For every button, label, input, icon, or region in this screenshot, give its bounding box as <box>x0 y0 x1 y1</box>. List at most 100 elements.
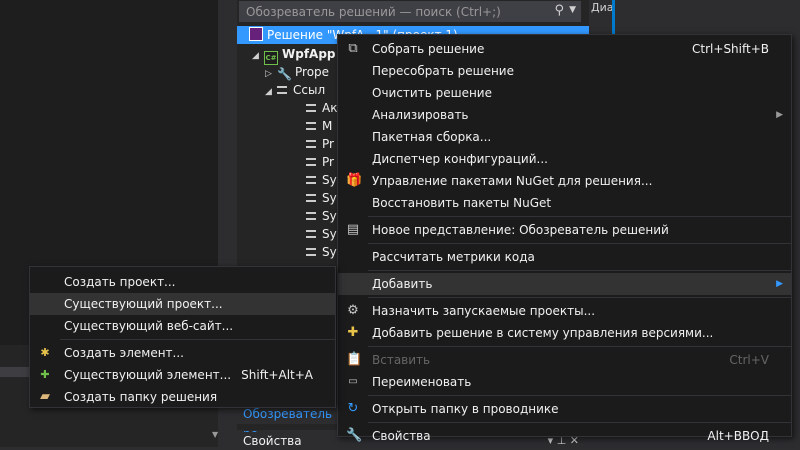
reference-icon <box>306 104 316 112</box>
menu-item-rename[interactable]: ▭ Переименовать <box>338 371 791 393</box>
menu-item-add-to-source-control[interactable]: ✚ Добавить решение в систему управления в… <box>338 322 791 344</box>
reference-icon <box>306 212 316 220</box>
menu-item-set-startup-projects[interactable]: ⚙ Назначить запускаемые проекты... <box>338 300 791 322</box>
menu-item-label: Добавить решение в систему управления ве… <box>372 326 714 340</box>
menu-item-batch-build[interactable]: Пакетная сборка... <box>338 126 791 148</box>
menu-item-analyze[interactable]: Анализировать ▶ <box>338 104 791 126</box>
menu-separator <box>368 395 791 396</box>
menu-item-label: Существующий проект... <box>64 297 223 311</box>
wrench-icon: 🔧 <box>346 428 363 443</box>
menu-item-label: Новое представление: Обозреватель решени… <box>372 223 669 237</box>
menu-separator <box>368 243 791 244</box>
menu-item-clean-solution[interactable]: Очистить решение <box>338 82 791 104</box>
solution-explorer-search[interactable]: ⚲ ▼ <box>239 1 581 22</box>
menu-item-existing-website[interactable]: Существующий веб-сайт... <box>30 315 335 337</box>
add-submenu: Создать проект... Существующий проект...… <box>29 266 336 408</box>
reference-icon <box>306 158 316 166</box>
menu-item-build-solution[interactable]: ⧉ Собрать решение Ctrl+Shift+B <box>338 38 791 60</box>
reference-icon <box>306 194 316 202</box>
wrench-icon: 🔧 <box>277 67 292 81</box>
reference-item[interactable]: Pr <box>306 153 334 171</box>
reference-item[interactable]: Ак <box>306 99 337 117</box>
tree-row-references[interactable]: ◢ Ссыл <box>265 81 325 99</box>
menu-item-label: Свойства <box>372 429 431 443</box>
search-icon[interactable]: ⚲ <box>554 3 564 18</box>
reference-item[interactable]: Sy <box>306 171 337 189</box>
reference-item[interactable]: Sy <box>306 225 337 243</box>
menu-item-configuration-manager[interactable]: Диспетчер конфигураций... <box>338 148 791 170</box>
nuget-icon: 🎁 <box>346 173 363 188</box>
menu-item-label: Переименовать <box>372 375 472 389</box>
expand-arrow-icon[interactable]: ◢ <box>252 47 264 65</box>
reference-item[interactable]: М <box>306 117 332 135</box>
menu-item-existing-item[interactable]: ✚ Существующий элемент... Shift+Alt+A <box>30 364 335 386</box>
menu-item-label: Создать элемент... <box>64 346 184 360</box>
folder-icon: ▰ <box>40 389 50 404</box>
menu-item-open-folder[interactable]: ↻ Открыть папку в проводнике <box>338 398 791 420</box>
menu-item-new-solution-folder[interactable]: ▰ Создать папку решения <box>30 386 335 408</box>
source-control-icon: ✚ <box>347 325 359 340</box>
tree-row-project[interactable]: ◢ C# WpfApp <box>252 45 336 65</box>
menu-item-rebuild-solution[interactable]: Пересобрать решение <box>338 60 791 82</box>
new-item-icon: ✱ <box>40 346 50 359</box>
menu-separator <box>368 216 791 217</box>
menu-item-shortcut: Ctrl+Shift+B <box>692 42 769 56</box>
reference-icon <box>306 230 316 238</box>
menu-item-shortcut: Alt+ВВОД <box>707 429 769 443</box>
menu-separator <box>368 297 791 298</box>
menu-item-properties[interactable]: 🔧 Свойства Alt+ВВОД <box>338 425 791 447</box>
reference-label: Sy <box>322 173 337 187</box>
reference-item[interactable]: Sy <box>306 243 337 261</box>
menu-separator <box>368 346 791 347</box>
reference-icon <box>306 176 316 184</box>
menu-item-label: Добавить <box>372 277 433 291</box>
menu-item-label: Диспетчер конфигураций... <box>372 152 548 166</box>
menu-item-existing-project[interactable]: Существующий проект... <box>30 293 335 315</box>
menu-item-label: Создать проект... <box>64 275 176 289</box>
reference-label: Sy <box>322 209 337 223</box>
reference-label: Sy <box>322 245 337 259</box>
properties-title: Свойства <box>243 434 302 448</box>
new-view-icon: ▤ <box>346 222 360 237</box>
scroll-down-icon[interactable]: ▼ <box>212 430 218 439</box>
tree-label: Ссыл <box>293 83 326 97</box>
search-input[interactable] <box>240 2 552 21</box>
menu-item-manage-nuget[interactable]: 🎁 Управление пакетами NuGet для решения..… <box>338 170 791 192</box>
reference-item[interactable]: Pr <box>306 135 334 153</box>
existing-item-icon: ✚ <box>40 368 50 381</box>
menu-item-label: Рассчитать метрики кода <box>372 250 535 264</box>
menu-item-label: Восстановить пакеты NuGet <box>372 196 552 210</box>
menu-separator <box>368 270 791 271</box>
menu-separator <box>60 339 335 340</box>
reference-icon <box>306 140 316 148</box>
menu-item-label: Вставить <box>372 353 431 367</box>
menu-item-add[interactable]: Добавить ▶ <box>338 273 791 295</box>
reference-label: Pr <box>322 137 334 151</box>
reference-label: Pr <box>322 155 334 169</box>
reference-item[interactable]: Sy <box>306 207 337 225</box>
menu-item-code-metrics[interactable]: Рассчитать метрики кода <box>338 246 791 268</box>
menu-item-label: Собрать решение <box>372 42 485 56</box>
solution-icon <box>249 27 263 41</box>
reference-label: Sy <box>322 191 337 205</box>
tree-row-properties[interactable]: ▷ 🔧 Prope <box>265 63 329 81</box>
menu-item-label: Существующий веб-сайт... <box>64 319 234 333</box>
build-icon: ⧉ <box>348 41 358 56</box>
menu-item-new-item[interactable]: ✱ Создать элемент... <box>30 342 335 364</box>
menu-item-label: Управление пакетами NuGet для решения... <box>372 174 653 188</box>
menu-item-label: Назначить запускаемые проекты... <box>372 304 596 318</box>
chevron-down-icon[interactable]: ▼ <box>569 5 576 15</box>
reference-item[interactable]: Sy <box>306 189 337 207</box>
menu-item-label: Открыть папку в проводнике <box>372 402 559 416</box>
reference-label: Sy <box>322 227 337 241</box>
menu-item-label: Анализировать <box>372 108 469 122</box>
menu-item-new-project[interactable]: Создать проект... <box>30 271 335 293</box>
paste-icon: 📋 <box>346 352 363 367</box>
menu-item-restore-nuget[interactable]: Восстановить пакеты NuGet <box>338 192 791 214</box>
menu-item-paste[interactable]: 📋 Вставить Ctrl+V <box>338 349 791 371</box>
solution-context-menu: ⧉ Собрать решение Ctrl+Shift+B Пересобрать… <box>337 34 792 443</box>
menu-item-label: Пакетная сборка... <box>372 130 492 144</box>
menu-item-new-view[interactable]: ▤ Новое представление: Обозреватель решен… <box>338 219 791 241</box>
expand-arrow-icon[interactable]: ◢ <box>265 83 277 101</box>
refresh-icon: ↻ <box>347 401 359 416</box>
